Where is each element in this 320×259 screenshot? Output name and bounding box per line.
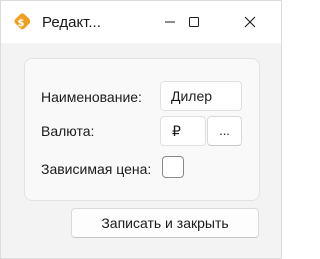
dependent-price-checkbox[interactable] <box>162 156 184 178</box>
save-and-close-button[interactable]: Записать и закрыть <box>71 208 259 238</box>
maximize-icon <box>189 17 199 27</box>
dependent-price-label: Зависимая цена: <box>41 161 152 177</box>
title-bar[interactable]: $ Редакт... <box>1 1 281 43</box>
maximize-button[interactable] <box>171 1 217 43</box>
currency-label: Валюта: <box>41 123 95 139</box>
close-icon <box>244 16 256 28</box>
svg-text:$: $ <box>18 18 25 29</box>
close-button[interactable] <box>227 1 273 43</box>
currency-field[interactable]: ₽ <box>160 116 206 146</box>
dialog-window: $ Редакт... Наименование: Дилер Валюта: … <box>0 0 282 259</box>
currency-select-button[interactable]: ... <box>207 116 242 146</box>
name-field[interactable]: Дилер <box>160 81 242 111</box>
app-tag-icon: $ <box>14 13 30 30</box>
window-title: Редакт... <box>42 14 101 31</box>
form-panel: Наименование: Дилер Валюта: ₽ ... Зависи… <box>24 58 260 201</box>
name-label: Наименование: <box>41 89 142 105</box>
